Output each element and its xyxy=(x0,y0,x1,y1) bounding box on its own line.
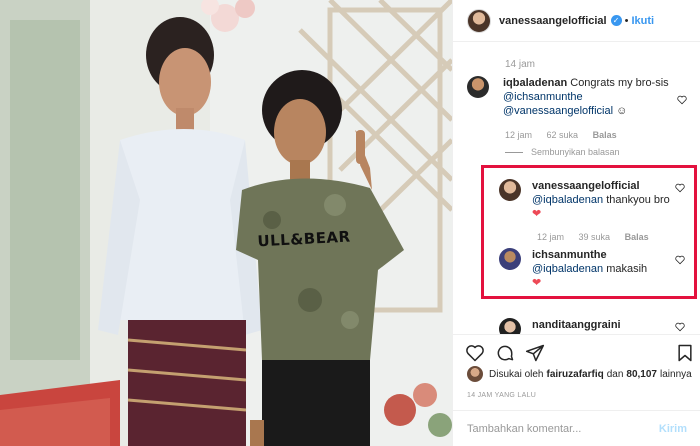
smile-emoji: ☺ xyxy=(616,105,628,117)
comment-item-partial: nanditaanggraini xyxy=(499,318,621,334)
comment-body: Congrats my bro-sis xyxy=(570,77,669,89)
verified-badge-icon: ✓ xyxy=(610,15,622,26)
comment-icon[interactable] xyxy=(495,343,515,363)
bookmark-icon[interactable] xyxy=(675,343,695,363)
divider-line xyxy=(505,151,523,153)
comment-username[interactable]: nanditaanggraini xyxy=(532,319,621,331)
post-timestamp: 14 JAM YANG LALU xyxy=(467,392,537,399)
post-photo: ULL&BEAR xyxy=(0,0,452,446)
likes-summary: Disukai oleh fairuzafarfiq dan 80,107 la… xyxy=(467,366,692,382)
reply-button[interactable]: Balas xyxy=(593,130,617,140)
comment-likes[interactable]: 62 suka xyxy=(547,130,579,140)
photo-illustration xyxy=(0,0,452,446)
likes-prefix: Disukai oleh xyxy=(489,368,544,380)
follow-button[interactable]: Ikuti xyxy=(631,15,654,27)
comment-item: iqbaladenan Congrats my bro-sis @ichsanm… xyxy=(467,76,687,118)
commenter-avatar[interactable] xyxy=(467,76,489,98)
comment-meta: 12 jam 62 suka Balas xyxy=(505,130,629,140)
hide-replies-label: Sembunyikan balasan xyxy=(531,147,620,157)
heart-icon[interactable] xyxy=(465,343,485,363)
author-avatar[interactable] xyxy=(467,8,491,33)
likes-count[interactable]: 80,107 xyxy=(626,369,657,380)
comment-input[interactable] xyxy=(467,422,637,435)
mention-link[interactable]: @ichsanmunthe xyxy=(503,91,583,103)
post-header: vanessaangelofficial ✓ • Ikuti xyxy=(453,0,700,42)
comment-like-heart-icon[interactable] xyxy=(677,95,687,105)
caption-timestamp: 14 jam xyxy=(505,59,536,70)
mention-link[interactable]: @vanessaangelofficial xyxy=(503,105,613,117)
send-button[interactable]: Kirim xyxy=(659,423,687,435)
comment-username[interactable]: iqbaladenan xyxy=(503,77,567,89)
share-icon[interactable] xyxy=(525,343,545,363)
liker-avatar[interactable] xyxy=(467,366,483,382)
comment-text: iqbaladenan Congrats my bro-sis @ichsanm… xyxy=(503,76,673,118)
commenter-avatar[interactable] xyxy=(499,318,521,334)
comment-composer: Kirim xyxy=(453,410,700,446)
likes-suffix: lainnya xyxy=(660,368,692,380)
liker-username[interactable]: fairuzafarfiq xyxy=(546,369,603,380)
likes-connector: dan xyxy=(606,368,624,380)
highlight-box xyxy=(481,165,697,299)
comments-panel: vanessaangelofficial ✓ • Ikuti 14 jam iq… xyxy=(452,0,700,446)
comments-list[interactable]: 14 jam iqbaladenan Congrats my bro-sis @… xyxy=(453,42,700,334)
hide-replies-toggle[interactable]: Sembunyikan balasan xyxy=(505,147,620,157)
action-bar xyxy=(453,334,700,370)
comment-time: 12 jam xyxy=(505,130,533,140)
header-separator: • xyxy=(624,14,629,27)
comment-text: nanditaanggraini xyxy=(532,318,621,334)
comment-like-heart-icon[interactable] xyxy=(675,322,685,332)
author-username[interactable]: vanessaangelofficial xyxy=(499,15,607,27)
